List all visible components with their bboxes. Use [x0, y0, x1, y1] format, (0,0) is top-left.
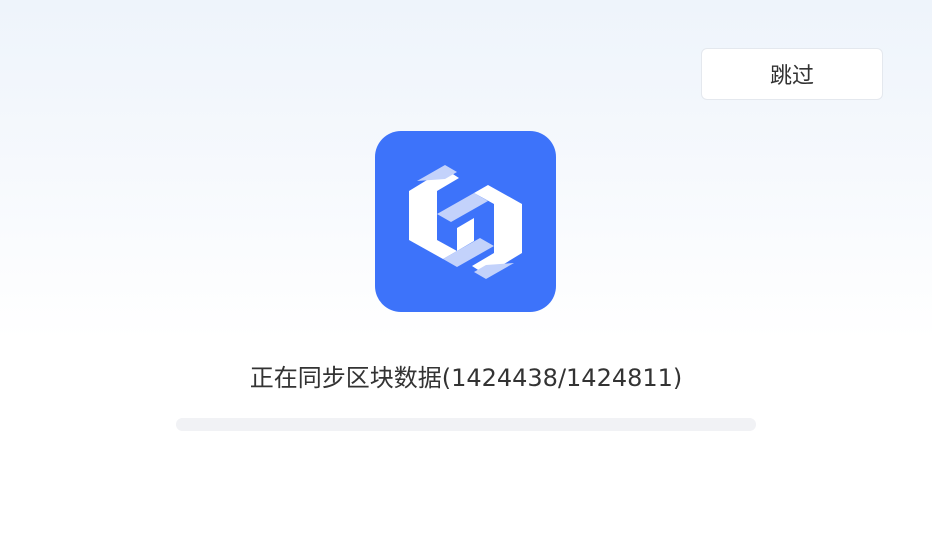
logo-background [375, 131, 556, 312]
sync-progress-bar [176, 418, 756, 431]
sync-status-text: 正在同步区块数据(1424438/1424811) [249, 364, 683, 392]
sync-progress-fill [176, 418, 756, 431]
skip-button[interactable]: 跳过 [701, 48, 883, 100]
app-logo-icon [375, 131, 556, 312]
